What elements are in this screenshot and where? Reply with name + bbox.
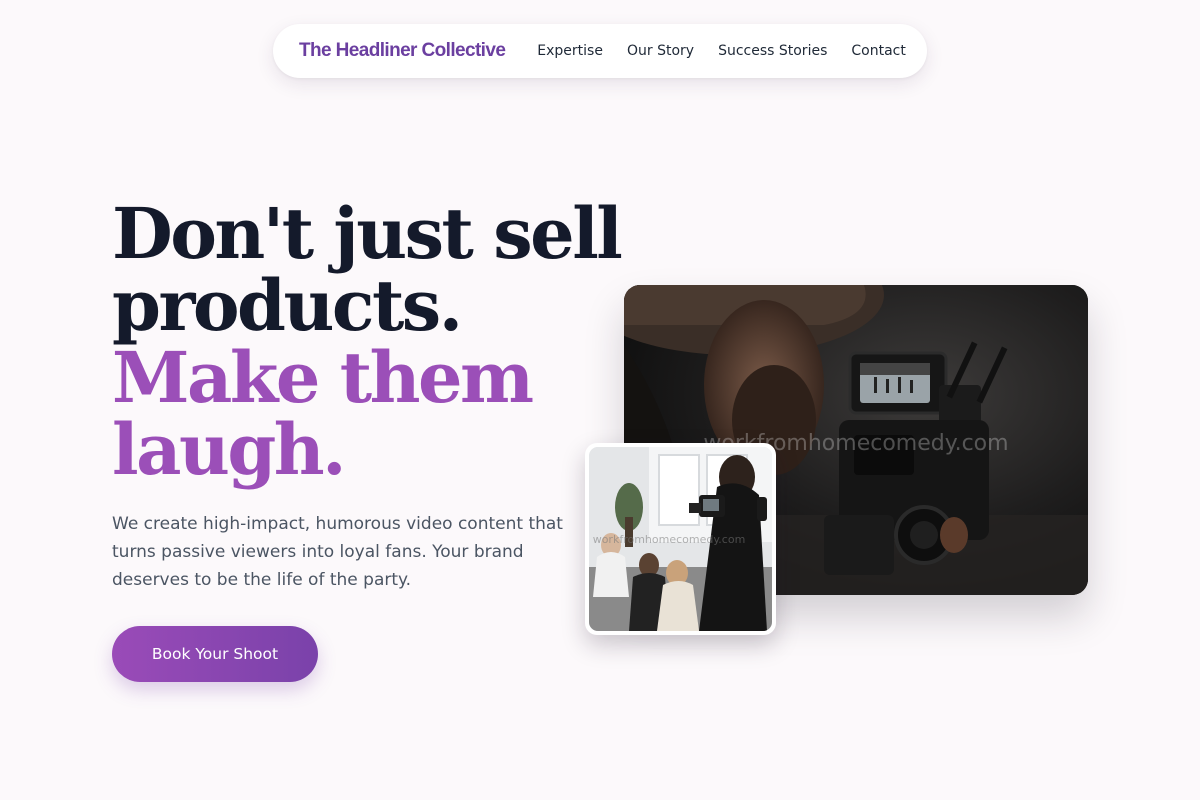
hero-subtext: We create high-impact, humorous video co… bbox=[112, 514, 563, 590]
inset-image-watermark: workfromhomecomedy.com bbox=[593, 533, 746, 546]
nav-link-success-stories[interactable]: Success Stories bbox=[718, 43, 827, 59]
hero-headline: Don't just sell products. Make them laug… bbox=[112, 192, 623, 491]
book-shoot-button[interactable]: Book Your Shoot bbox=[112, 626, 318, 682]
nav-links: Expertise Our Story Success Stories Cont… bbox=[537, 43, 906, 59]
headline-line-1: Don't just sell bbox=[112, 192, 623, 275]
brand-logo[interactable]: The Headliner Collective bbox=[299, 40, 506, 62]
page: The Headliner Collective Expertise Our S… bbox=[0, 0, 1200, 800]
nav-link-expertise[interactable]: Expertise bbox=[537, 43, 603, 59]
nav-link-contact[interactable]: Contact bbox=[851, 43, 905, 59]
headline-accent-line-1: Make them bbox=[112, 336, 534, 419]
top-navigation: The Headliner Collective Expertise Our S… bbox=[273, 24, 927, 78]
nav-link-our-story[interactable]: Our Story bbox=[627, 43, 694, 59]
headline-accent-line-2: laugh. bbox=[112, 408, 347, 491]
headline-line-2: products. bbox=[112, 264, 463, 347]
inset-image-frame: workfromhomecomedy.com bbox=[589, 447, 772, 631]
group-filming-photo: workfromhomecomedy.com bbox=[589, 447, 772, 631]
hero-inset-image: workfromhomecomedy.com bbox=[585, 443, 776, 635]
